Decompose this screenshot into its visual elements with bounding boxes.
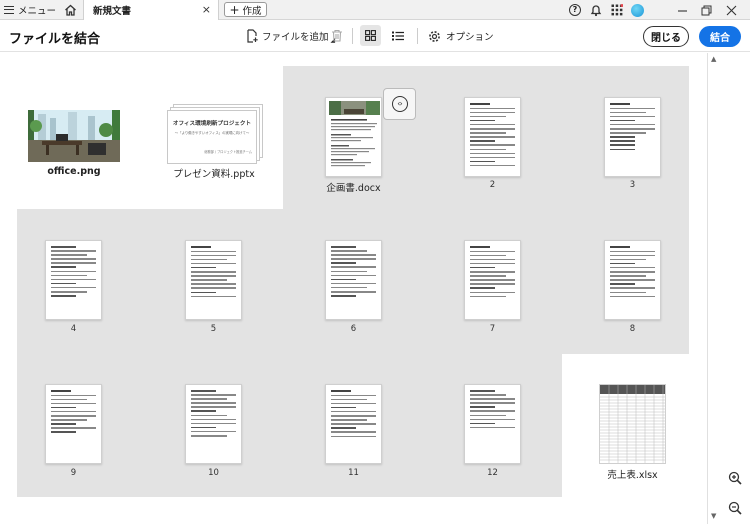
office-photo-icon: [28, 110, 120, 162]
page-number: 5: [210, 324, 217, 334]
list-view-button[interactable]: [389, 25, 407, 46]
minimize-icon[interactable]: [675, 3, 689, 17]
delete-button[interactable]: [330, 27, 344, 43]
expand-pages-button[interactable]: ‹›: [383, 88, 416, 120]
file-name-xlsx: 売上表.xlsx: [607, 470, 658, 481]
file-name-pptx: プレゼン資料.pptx: [173, 169, 255, 180]
page-number: 7: [489, 324, 496, 334]
docx-thumbnail[interactable]: [325, 97, 382, 177]
page-number: 4: [70, 324, 77, 334]
zoom-out-icon: [728, 501, 742, 515]
grid-view-icon: [365, 30, 376, 41]
hamburger-icon: [4, 6, 14, 14]
office-image-thumbnail[interactable]: [28, 110, 120, 162]
page-number: 6: [350, 324, 357, 334]
zoom-in-button[interactable]: [728, 470, 744, 486]
page-number: 11: [348, 468, 359, 478]
toolbar: ファイルを結合 ファイルを追加 ◢ オプション 閉じる 結合: [0, 20, 750, 52]
xlsx-thumbnail[interactable]: [599, 384, 666, 464]
page-thumbnail[interactable]: [464, 97, 521, 177]
docx-cover-icon: [329, 101, 380, 167]
page-thumbnail[interactable]: [604, 240, 661, 320]
list-view-icon: [392, 31, 404, 40]
page-thumbnail[interactable]: [45, 384, 102, 464]
page-thumbnail[interactable]: [464, 384, 521, 464]
zoom-in-icon: [728, 471, 742, 485]
tab-label: 新規文書: [93, 6, 132, 17]
file-name-docx: 企画書.docx: [326, 183, 381, 194]
page-thumbnail[interactable]: [325, 240, 382, 320]
help-icon[interactable]: ?: [568, 3, 582, 17]
page-title: ファイルを結合: [9, 32, 101, 47]
apps-grid-icon[interactable]: [610, 3, 624, 17]
options-button[interactable]: オプション: [428, 28, 494, 44]
spreadsheet-icon: [600, 385, 665, 463]
page-number: 2: [489, 180, 496, 190]
close-tab-icon[interactable]: ×: [202, 3, 211, 16]
combine-button[interactable]: 結合: [699, 26, 741, 47]
file-grid: office.png オフィス環境刷新プロジェクト 〜「より働きやすいオフィス」…: [0, 53, 708, 524]
menu-label: メニュー: [18, 6, 57, 17]
zoom-out-button[interactable]: [728, 500, 744, 516]
slide-subtitle: 〜「より働きやすいオフィス」の実現に向けて〜: [174, 131, 250, 135]
vertical-scrollbar[interactable]: ▲ ▼: [708, 53, 725, 524]
slide-title: オフィス環境刷新プロジェクト: [172, 121, 252, 127]
add-file-button[interactable]: ファイルを追加 ◢: [246, 28, 335, 44]
page-thumbnail[interactable]: [45, 240, 102, 320]
page-number: 10: [208, 468, 219, 478]
page-number: 3: [629, 180, 636, 190]
gear-icon: [429, 30, 440, 42]
slide-footer: 総務部 / プロジェクト推進チーム: [204, 150, 252, 154]
home-button[interactable]: [60, 0, 80, 20]
close-window-icon[interactable]: [724, 3, 738, 17]
plus-icon: +: [229, 2, 240, 17]
scroll-up-icon[interactable]: ▲: [711, 55, 716, 63]
page-thumbnail[interactable]: [604, 97, 661, 177]
tab-new-document[interactable]: 新規文書 ×: [83, 0, 219, 20]
slide-front: オフィス環境刷新プロジェクト 〜「より働きやすいオフィス」の実現に向けて〜 総務…: [167, 110, 257, 164]
page-thumbnail[interactable]: [185, 384, 242, 464]
options-label: オプション: [446, 32, 494, 43]
page-thumbnail[interactable]: [185, 240, 242, 320]
avatar[interactable]: [630, 3, 644, 17]
file-name-office: office.png: [47, 166, 101, 177]
add-file-label: ファイルを追加: [262, 32, 329, 43]
close-button[interactable]: 閉じる: [643, 26, 689, 47]
thumbnail-view-button[interactable]: [360, 25, 381, 46]
create-tab-button[interactable]: + 作成: [224, 2, 267, 17]
toolbar-divider: [417, 28, 418, 44]
trash-icon: [332, 29, 342, 42]
menu-button[interactable]: メニュー: [4, 0, 56, 20]
restore-icon[interactable]: [699, 3, 713, 17]
toolbar-divider: [352, 28, 353, 44]
create-label: 作成: [242, 5, 262, 17]
tab-bar: メニュー 新規文書 × + 作成 ?: [0, 0, 750, 20]
page-number: 9: [70, 468, 77, 478]
add-file-icon: [247, 29, 258, 43]
page-thumbnail[interactable]: [325, 384, 382, 464]
page-number: 8: [629, 324, 636, 334]
page-number: 12: [487, 468, 498, 478]
pptx-thumbnail[interactable]: オフィス環境刷新プロジェクト 〜「より働きやすいオフィス」の実現に向けて〜 総務…: [167, 104, 263, 164]
scroll-down-icon[interactable]: ▼: [711, 512, 716, 520]
expand-arrows-icon: ‹›: [391, 96, 408, 112]
home-icon: [64, 4, 76, 16]
bell-icon[interactable]: [589, 3, 603, 17]
page-thumbnail[interactable]: [464, 240, 521, 320]
